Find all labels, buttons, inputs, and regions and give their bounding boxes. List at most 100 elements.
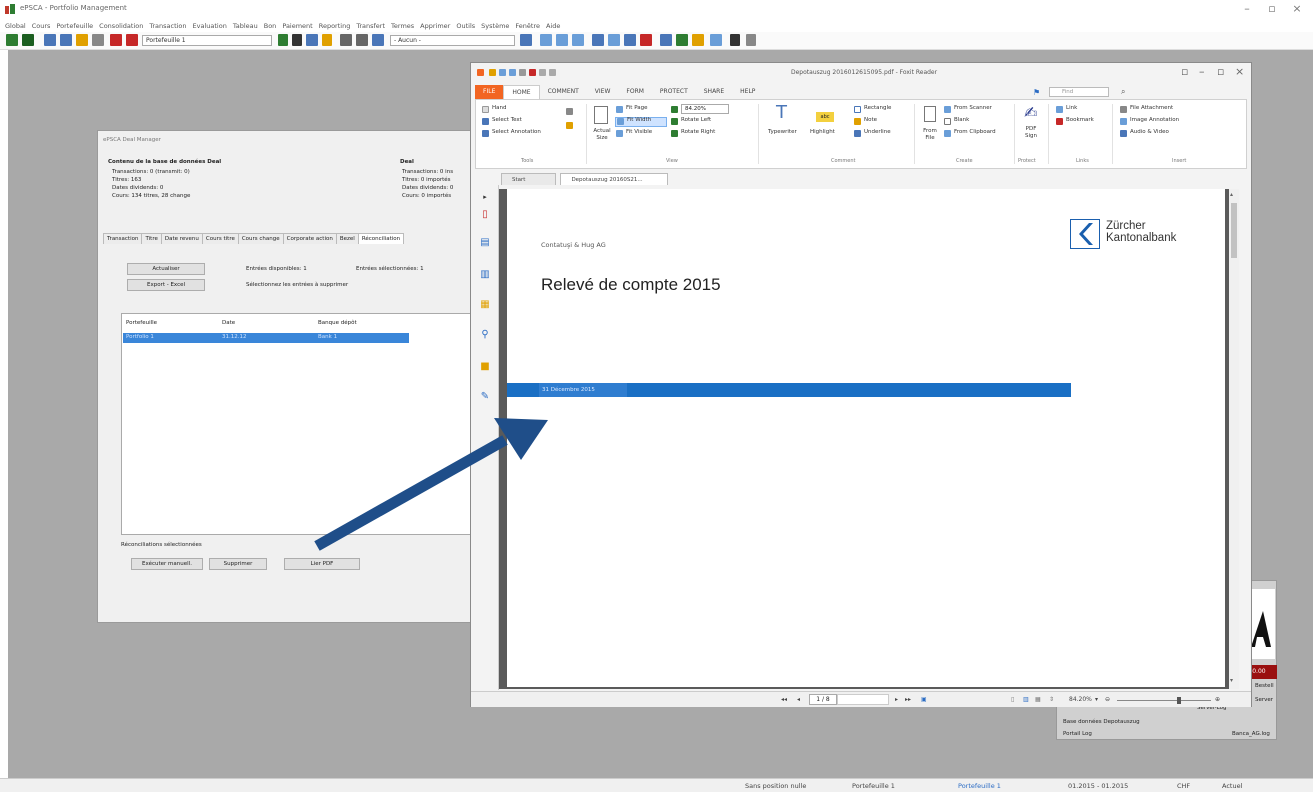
status-portfolio-link[interactable]: Portefeuille 1 xyxy=(958,782,1001,790)
fit-width-button[interactable]: Fit Width xyxy=(627,117,651,123)
menu-tableau[interactable]: Tableau xyxy=(233,20,258,32)
tab-home[interactable]: HOME xyxy=(503,85,540,99)
list-header-portfolio[interactable]: Portefeuille xyxy=(126,320,157,326)
zoom-combo[interactable]: 84.20% xyxy=(681,104,729,114)
menu-reporting[interactable]: Reporting xyxy=(319,20,351,32)
image-annotation-button[interactable]: Image Annotation xyxy=(1130,117,1179,123)
doc3-icon[interactable] xyxy=(572,34,584,46)
highlight-icon[interactable]: abc xyxy=(816,112,834,122)
next-page-icon[interactable]: ▸ xyxy=(895,696,898,703)
table-icon[interactable] xyxy=(44,34,56,46)
filter-icon[interactable] xyxy=(730,34,740,46)
link-button[interactable]: Link xyxy=(1066,105,1077,111)
window-icon[interactable] xyxy=(710,34,722,46)
scroll-thumb[interactable] xyxy=(1231,203,1237,258)
rotate-left-button[interactable]: Rotate Left xyxy=(681,117,711,123)
tab-titre[interactable]: Titre xyxy=(141,233,162,244)
find-icon[interactable]: ⚑ xyxy=(1033,88,1040,97)
folder-icon[interactable] xyxy=(76,34,88,46)
list-header-bank[interactable]: Banque dépôt xyxy=(318,320,357,326)
menu-termes[interactable]: Termes xyxy=(391,20,414,32)
menu-fenetre[interactable]: Fenêtre xyxy=(515,20,540,32)
pdf-icon[interactable] xyxy=(529,69,536,76)
continuous-icon[interactable]: ▥ xyxy=(1023,696,1029,703)
portfolio-icon[interactable] xyxy=(110,34,122,46)
attachments-panel-icon[interactable]: ⚲ xyxy=(479,329,491,341)
scroll-up-icon[interactable]: ▴ xyxy=(1230,191,1233,198)
undo-icon[interactable] xyxy=(539,69,546,76)
scroll-down-icon[interactable]: ▾ xyxy=(1230,677,1233,684)
email-icon[interactable] xyxy=(519,69,526,76)
settings-icon[interactable] xyxy=(746,34,756,46)
zoom-in-icon[interactable]: ⊕ xyxy=(1215,696,1220,703)
tab-help[interactable]: HELP xyxy=(732,85,763,99)
tab-share[interactable]: SHARE xyxy=(696,85,732,99)
bookmark-button[interactable]: Bookmark xyxy=(1066,117,1094,123)
typewriter-icon[interactable]: T xyxy=(776,104,787,122)
zoom-dropdown-icon[interactable]: ▾ xyxy=(1095,696,1098,703)
zoom-slider[interactable] xyxy=(1117,700,1211,701)
clipboard-icon[interactable] xyxy=(566,122,573,129)
stats-icon[interactable] xyxy=(676,34,688,46)
note-button[interactable]: Note xyxy=(864,117,877,123)
open-icon[interactable] xyxy=(489,69,496,76)
calc-icon[interactable] xyxy=(306,34,318,46)
gear-icon[interactable] xyxy=(278,34,288,46)
sort-icon[interactable] xyxy=(520,34,532,46)
view-mode-icon[interactable]: ▣ xyxy=(921,696,927,703)
find-input[interactable]: Find xyxy=(1049,87,1109,97)
delete-button[interactable]: Supprimer xyxy=(209,558,267,570)
manual-execute-button[interactable]: Exécuter manuell. xyxy=(131,558,203,570)
tab-date-revenu[interactable]: Date revenu xyxy=(160,233,203,244)
reconciliation-list[interactable]: Portefeuille Date Banque dépôt Portfolio… xyxy=(121,313,471,535)
file-attachment-button[interactable]: File Attachment xyxy=(1130,105,1173,111)
pdf-sign-icon[interactable]: ✍ xyxy=(1024,104,1037,122)
menu-systeme[interactable]: Système xyxy=(481,20,509,32)
rectangle-button[interactable]: Rectangle xyxy=(864,105,891,111)
select-annotation-button[interactable]: Select Annotation xyxy=(492,129,541,135)
select-text-button[interactable]: Select Text xyxy=(492,117,522,123)
tab-comment[interactable]: COMMENT xyxy=(540,85,587,99)
audio-video-button[interactable]: Audio & Video xyxy=(1130,129,1169,135)
minimize-icon[interactable]: – xyxy=(1237,2,1257,15)
tab-reconciliation[interactable]: Réconciliation xyxy=(357,233,405,244)
split-icon[interactable] xyxy=(608,34,620,46)
from-file-button[interactable]: From File xyxy=(920,128,940,142)
tools-icon[interactable] xyxy=(692,34,704,46)
minimize-icon[interactable]: – xyxy=(1199,65,1205,78)
monitor-icon[interactable] xyxy=(592,34,604,46)
tab-cours-change[interactable]: Cours change xyxy=(237,233,284,244)
zoom-out-icon[interactable]: ⊖ xyxy=(1105,696,1110,703)
first-page-icon[interactable]: ◂◂ xyxy=(781,696,787,703)
transfer-icon[interactable] xyxy=(340,34,352,46)
tab-file[interactable]: FILE xyxy=(475,85,504,99)
menu-evaluation[interactable]: Evaluation xyxy=(193,20,227,32)
blank-button[interactable]: Blank xyxy=(954,117,969,123)
hand-button[interactable]: Hand xyxy=(492,105,506,111)
chart-icon[interactable] xyxy=(22,34,34,46)
refresh-button[interactable]: Actualiser xyxy=(127,263,205,275)
lock-icon[interactable] xyxy=(322,34,332,46)
export-icon[interactable] xyxy=(624,34,636,46)
save-icon[interactable] xyxy=(499,69,506,76)
last-page-icon[interactable]: ▸▸ xyxy=(905,696,911,703)
maximize-icon[interactable]: ▫ xyxy=(1262,2,1282,15)
pdf-sign-button[interactable]: PDF Sign xyxy=(1022,126,1040,140)
from-scanner-button[interactable]: From Scanner xyxy=(954,105,992,111)
security-panel-icon[interactable]: ■ xyxy=(479,361,491,373)
doc2-icon[interactable] xyxy=(556,34,568,46)
portfolio-multi-icon[interactable] xyxy=(126,34,138,46)
doc-icon[interactable] xyxy=(540,34,552,46)
list-header-date[interactable]: Date xyxy=(222,320,235,326)
menu-apprimer[interactable]: Apprimer xyxy=(420,20,450,32)
pages-panel-icon[interactable]: ▤ xyxy=(479,237,491,249)
bookmarks-panel-icon[interactable]: ▯ xyxy=(479,209,491,221)
facing-icon[interactable]: ▦ xyxy=(1035,696,1041,703)
menu-global[interactable]: Global xyxy=(5,20,26,32)
link-pdf-button[interactable]: Lier PDF xyxy=(284,558,360,570)
document-area[interactable]: Contatuşi & Hug AG Relevé de compte 2015… xyxy=(499,189,1239,689)
menu-consolidation[interactable]: Consolidation xyxy=(99,20,143,32)
close-icon[interactable]: × xyxy=(1287,2,1307,15)
actual-size-button[interactable]: Actual Size xyxy=(590,128,614,142)
fit-icon[interactable]: ⇕ xyxy=(1049,696,1054,703)
